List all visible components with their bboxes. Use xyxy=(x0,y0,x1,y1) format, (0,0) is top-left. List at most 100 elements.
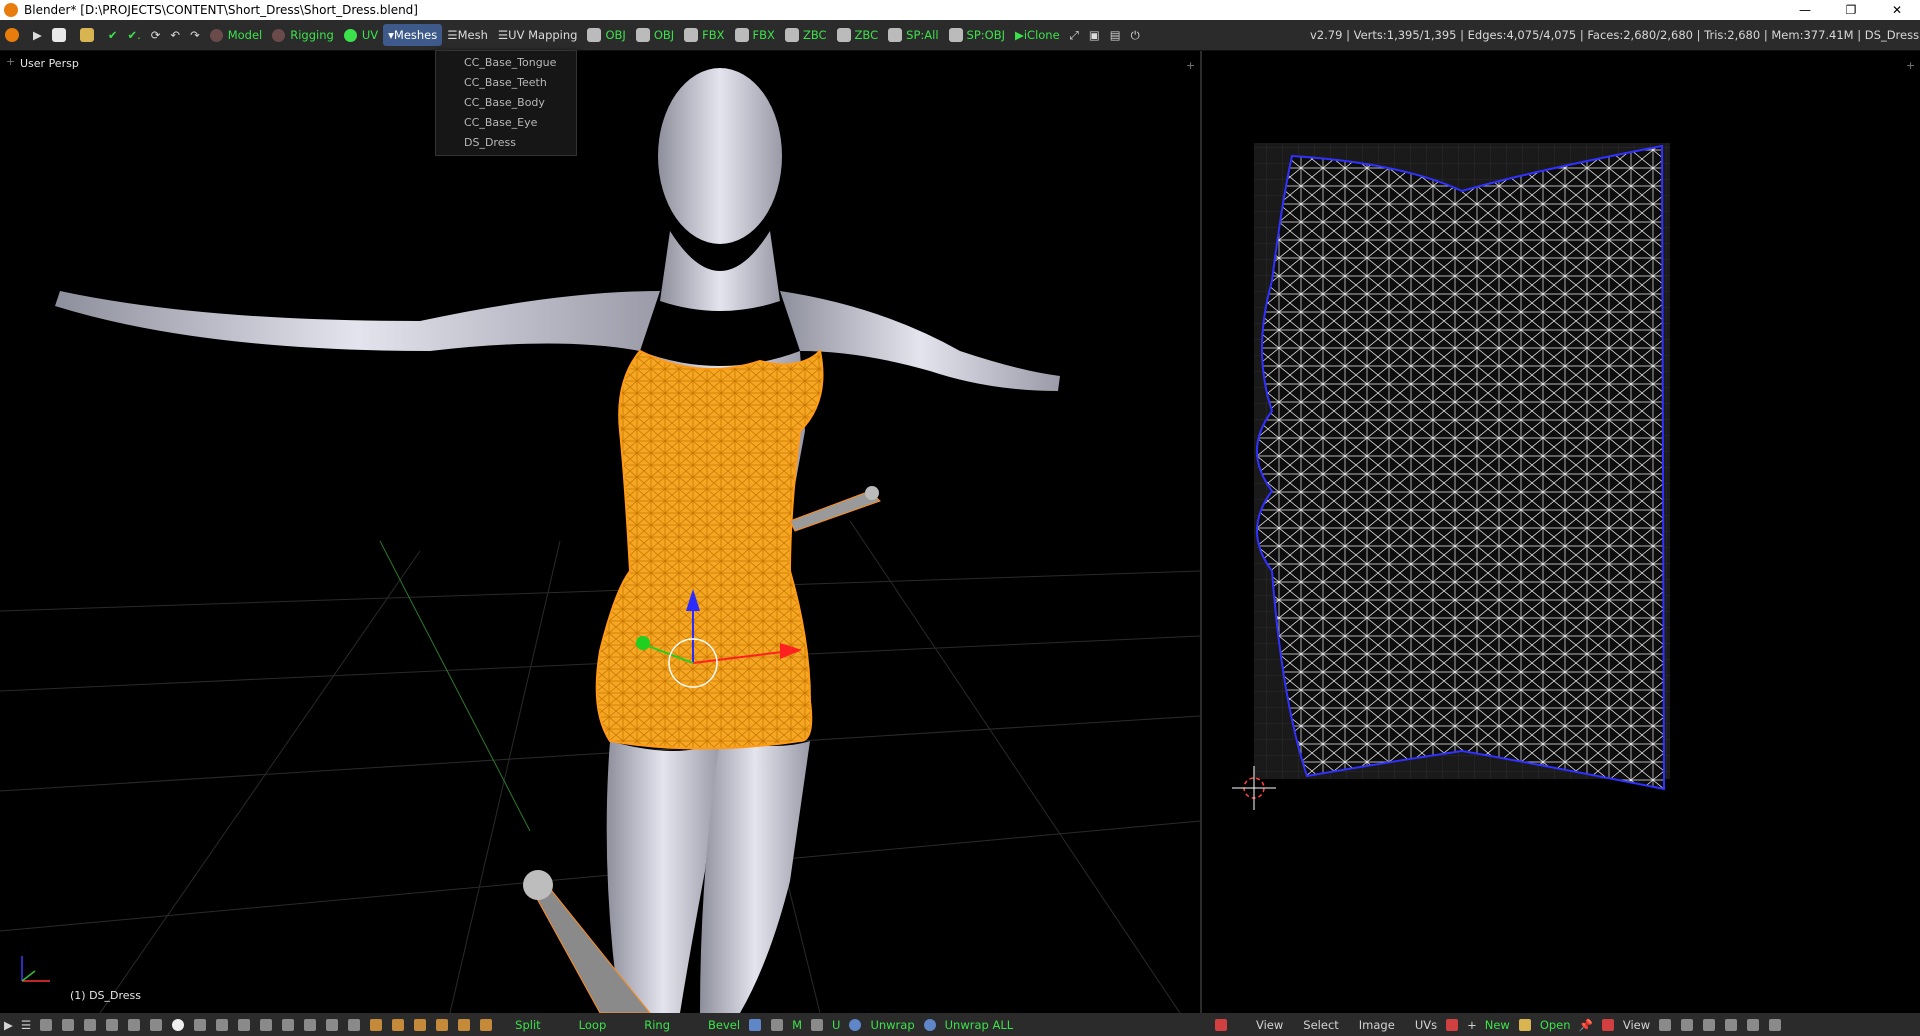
view-mode-icon[interactable] xyxy=(1601,1018,1614,1031)
image-browse-icon[interactable] xyxy=(1446,1018,1459,1031)
open-image-button[interactable]: Open xyxy=(1536,1018,1575,1032)
eye-icon[interactable] xyxy=(106,1018,119,1031)
restore-button[interactable]: ❐ xyxy=(1828,0,1874,20)
proportional-edit-icon[interactable] xyxy=(1747,1018,1760,1031)
export-label: OBJ xyxy=(605,28,626,42)
face-select-icon[interactable] xyxy=(348,1018,361,1031)
view-mode-dropdown[interactable]: View xyxy=(1619,1018,1654,1032)
camera-icon[interactable] xyxy=(128,1018,141,1031)
power-icon[interactable]: ⏻ xyxy=(1126,24,1145,46)
unwrap-icon[interactable] xyxy=(849,1018,862,1031)
blender-menu-button[interactable] xyxy=(0,24,28,46)
check-icon[interactable]: ✔ xyxy=(103,24,123,46)
export-sp-all-button[interactable]: SP:All xyxy=(883,24,943,46)
unmark-seam-icon[interactable] xyxy=(811,1018,824,1031)
sticky-select-icon[interactable] xyxy=(1725,1018,1738,1031)
export-fbx-button[interactable]: FBX xyxy=(679,24,729,46)
close-button[interactable]: ✕ xyxy=(1874,0,1920,20)
rigging-button[interactable]: Rigging xyxy=(267,24,339,46)
3d-viewport[interactable]: User Persp (1) DS_Dress + + xyxy=(0,51,1200,1013)
uv-image-editor[interactable]: + xyxy=(1202,51,1920,1013)
model-dot-icon xyxy=(209,28,223,42)
menu-item-cc-base-body[interactable]: CC_Base_Body xyxy=(436,93,576,113)
pin-icon[interactable]: 📌 xyxy=(1575,1018,1597,1032)
open-folder-icon[interactable] xyxy=(1518,1018,1531,1031)
cube-icon-6[interactable] xyxy=(480,1018,493,1031)
open-folder-icon[interactable] xyxy=(75,24,103,46)
menu-item-cc-base-eye[interactable]: CC_Base_Eye xyxy=(436,113,576,133)
image-menu[interactable]: Image xyxy=(1355,1018,1399,1032)
layers-icon[interactable] xyxy=(150,1018,163,1031)
menu-item-cc-base-tongue[interactable]: CC_Base_Tongue xyxy=(436,53,576,73)
uvs-menu[interactable]: UVs xyxy=(1411,1018,1441,1032)
new-file-icon[interactable] xyxy=(47,24,75,46)
snap-icon[interactable] xyxy=(1769,1018,1782,1031)
model-button[interactable]: Model xyxy=(205,24,268,46)
bevel-button[interactable]: Bevel xyxy=(704,1018,744,1032)
menu-icon[interactable]: ☰ xyxy=(17,1018,35,1032)
blender-logo-icon xyxy=(4,3,18,17)
editor-type-icon[interactable] xyxy=(1215,1018,1227,1031)
unmark-button[interactable]: U xyxy=(828,1018,844,1032)
cube-icon-4[interactable] xyxy=(436,1018,449,1031)
iclone-button[interactable]: ▶ iClone xyxy=(1010,24,1065,46)
select-menu[interactable]: Select xyxy=(1299,1018,1342,1032)
zoom-icon[interactable] xyxy=(238,1018,251,1031)
grid-icon[interactable] xyxy=(62,1018,75,1031)
area-corner-icon[interactable]: + xyxy=(1906,59,1915,72)
cube-icon-3[interactable] xyxy=(414,1018,427,1031)
console-icon[interactable]: ▤ xyxy=(1105,24,1126,46)
unwrap-all-icon[interactable] xyxy=(923,1018,936,1031)
sync-selection-icon[interactable] xyxy=(1681,1018,1694,1031)
pivot-icon[interactable] xyxy=(1659,1018,1672,1031)
minimize-button[interactable]: — xyxy=(1782,0,1828,20)
unwrap-button[interactable]: Unwrap xyxy=(866,1018,918,1032)
area-corner-icon[interactable]: + xyxy=(6,55,15,68)
select-box-icon[interactable] xyxy=(282,1018,295,1031)
uv-mapping-button[interactable]: ☰ UV Mapping xyxy=(493,24,583,46)
uv-select-mode-icon[interactable] xyxy=(1703,1018,1716,1031)
fullscreen-icon[interactable]: ⤢ xyxy=(1065,24,1084,46)
play-icon[interactable]: ▶ xyxy=(0,1018,17,1032)
export-icon xyxy=(587,28,602,42)
refresh-icon[interactable]: ⟳ xyxy=(146,24,166,46)
ring-button[interactable]: Ring xyxy=(640,1018,674,1032)
mark-seam-icon[interactable] xyxy=(771,1018,784,1031)
export-obj-button-2[interactable]: OBJ xyxy=(631,24,679,46)
menu-item-ds-dress[interactable]: DS_Dress xyxy=(436,133,576,153)
hand-icon[interactable] xyxy=(84,1018,97,1031)
mirror-icon[interactable] xyxy=(749,1018,762,1031)
export-fbx-button-2[interactable]: FBX xyxy=(730,24,780,46)
undo-icon[interactable]: ↶ xyxy=(165,24,185,46)
view-menu[interactable]: View xyxy=(1252,1018,1287,1032)
export-obj-button[interactable]: OBJ xyxy=(582,24,630,46)
redo-icon[interactable]: ↷ xyxy=(185,24,205,46)
plus-icon[interactable]: + xyxy=(1463,1018,1481,1032)
cube-icon-2[interactable] xyxy=(392,1018,405,1031)
menu-item-cc-base-teeth[interactable]: CC_Base_Teeth xyxy=(436,73,576,93)
play-icon[interactable]: ▶ xyxy=(28,24,47,46)
new-image-button[interactable]: New xyxy=(1481,1018,1514,1032)
unwrap-all-button[interactable]: Unwrap ALL xyxy=(941,1018,1018,1032)
cube-icon[interactable] xyxy=(370,1018,383,1031)
export-sp-obj-button[interactable]: SP:OBJ xyxy=(944,24,1010,46)
lasso-icon[interactable] xyxy=(260,1018,273,1031)
loop-button[interactable]: Loop xyxy=(575,1018,611,1032)
mesh-menu-button[interactable]: ☰ Mesh xyxy=(442,24,493,46)
export-zbc-button[interactable]: ZBC xyxy=(780,24,832,46)
meshes-menu-button[interactable]: ▾ Meshes xyxy=(383,24,443,46)
check-dots-icon[interactable]: ✔. xyxy=(123,24,146,46)
area-corner-icon[interactable]: + xyxy=(1186,59,1195,72)
solid-shading-icon[interactable] xyxy=(172,1018,185,1031)
vertex-select-icon[interactable] xyxy=(304,1018,317,1031)
uv-button[interactable]: UV xyxy=(339,24,383,46)
edge-select-icon[interactable] xyxy=(326,1018,339,1031)
object-mode-icon[interactable] xyxy=(194,1018,207,1031)
edit-mode-icon[interactable] xyxy=(216,1018,229,1031)
screenshot-icon[interactable]: ▣ xyxy=(1084,24,1105,46)
split-button[interactable]: Split xyxy=(511,1018,545,1032)
export-zbc-button-2[interactable]: ZBC xyxy=(832,24,884,46)
cube-icon-5[interactable] xyxy=(458,1018,471,1031)
mark-button[interactable]: M xyxy=(788,1018,806,1032)
pivot-icon[interactable] xyxy=(40,1018,53,1031)
